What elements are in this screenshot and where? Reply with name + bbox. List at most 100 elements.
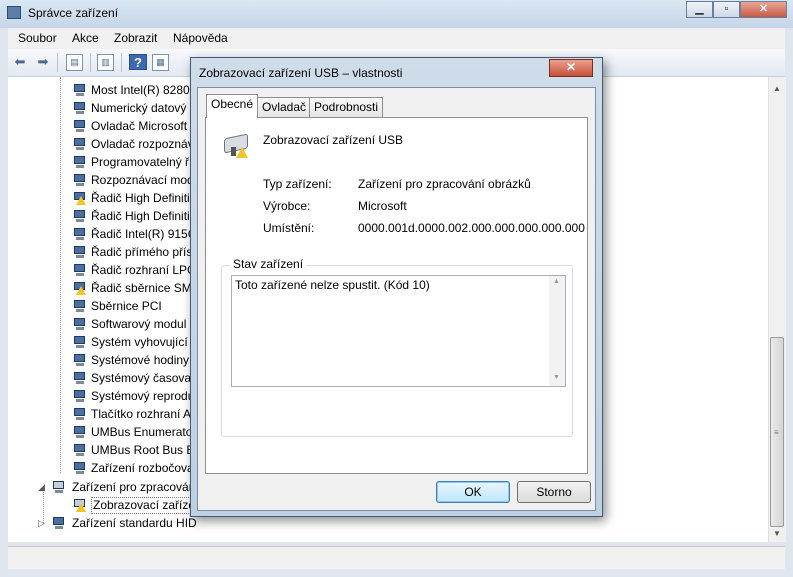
- location-value: 0000.001d.0000.002.000.000.000.000.000: [358, 221, 585, 235]
- expand-triangle-icon[interactable]: ▷: [38, 514, 45, 532]
- action-pane-icon[interactable]: ▦: [152, 54, 169, 71]
- tree-item-label: Numerický datový: [91, 101, 187, 115]
- vendor-label: Výrobce:: [263, 199, 311, 213]
- tree-item-label: UMBus Root Bus E: [91, 443, 195, 457]
- hid-device-icon: [51, 516, 66, 530]
- tree-item[interactable]: Tlačítko rozhraní A: [72, 405, 202, 423]
- device-icon: [72, 137, 87, 151]
- vendor-value: Microsoft: [358, 199, 407, 213]
- device-type-label: Typ zařízení:: [263, 177, 332, 191]
- dialog-close-button[interactable]: ✕: [549, 59, 593, 77]
- maximize-button[interactable]: ▫: [713, 1, 740, 18]
- tree-item-label: Most Intel(R) 82801: [91, 83, 197, 97]
- window-close-button[interactable]: ✕: [740, 1, 787, 18]
- show-hide-tree-icon[interactable]: ▤: [66, 54, 83, 71]
- tree-guide-line: [60, 77, 61, 473]
- device-icon: [72, 371, 87, 385]
- menu-soubor[interactable]: Soubor: [18, 31, 57, 45]
- tree-item-label: Systémový reprodu: [91, 389, 195, 403]
- properties-icon[interactable]: ▥: [97, 54, 114, 71]
- tree-item[interactable]: Rozpoznávací mod: [72, 171, 202, 189]
- device-icon: [72, 389, 87, 403]
- tree-item-label: Sběrnice PCI: [91, 299, 162, 313]
- location-label: Umístění:: [263, 221, 315, 235]
- status-scrollbar[interactable]: ▲ ▼: [549, 276, 565, 386]
- menu-akce[interactable]: Akce: [72, 31, 99, 45]
- device-icon: [72, 173, 87, 187]
- scroll-down-arrow-icon[interactable]: ▼: [773, 529, 781, 538]
- tree-item-label: Řadič sběrnice SME: [91, 281, 200, 295]
- tab-obecne[interactable]: Obecné: [206, 94, 259, 118]
- tree-item-label: Tlačítko rozhraní A: [91, 407, 192, 421]
- scroll-thumb[interactable]: ≡: [770, 337, 784, 527]
- tree-item[interactable]: Systémové hodiny: [72, 351, 202, 369]
- device-icon: [72, 353, 87, 367]
- device-type-value: Zařízení pro zpracování obrázků: [358, 177, 531, 191]
- device-warning-icon: [72, 281, 87, 295]
- toolbar-separator: [57, 53, 58, 72]
- device-warning-icon: [72, 191, 87, 205]
- tree-item[interactable]: Řadič přímého přís: [72, 243, 202, 261]
- minimize-button[interactable]: ▁: [686, 1, 713, 18]
- toolbar-separator: [90, 53, 91, 72]
- tree-item[interactable]: Systémový reprodu: [72, 387, 202, 405]
- tree-item[interactable]: Řadič Intel(R) 915G: [72, 225, 202, 243]
- tree-item[interactable]: Řadič sběrnice SME: [72, 279, 202, 297]
- tree-item-label: Systémové hodiny: [91, 353, 190, 367]
- device-icon: [72, 227, 87, 241]
- tree-item[interactable]: Ovladač Microsoft: [72, 117, 202, 135]
- status-bar: [8, 546, 785, 569]
- device-status-textbox[interactable]: Toto zařízené nelze spustit. (Kód 10) ▲ …: [231, 275, 566, 387]
- tree-item[interactable]: UMBus Enumerato: [72, 423, 202, 441]
- tree-item[interactable]: Sběrnice PCI: [72, 297, 202, 315]
- device-icon: [72, 443, 87, 457]
- tree-vertical-scrollbar[interactable]: ▲ ≡ ▼: [768, 77, 786, 542]
- tree-item-label: Ovladač Microsoft: [91, 119, 188, 133]
- scroll-up-arrow-icon[interactable]: ▲: [553, 278, 560, 285]
- menu-zobrazit[interactable]: Zobrazit: [114, 31, 157, 45]
- tree-item[interactable]: UMBus Root Bus E: [72, 441, 202, 459]
- tree-item[interactable]: Programovatelný ř: [72, 153, 202, 171]
- menu-napoveda[interactable]: Nápověda: [173, 31, 228, 45]
- device-icon: [72, 83, 87, 97]
- tree-item-label: Řadič High Definiti: [91, 209, 190, 223]
- device-icon: [72, 155, 87, 169]
- tree-item[interactable]: Řadič High Definiti: [72, 207, 202, 225]
- menu-bar: Soubor Akce Zobrazit Nápověda: [8, 28, 785, 50]
- tree-item[interactable]: Systémový časovač: [72, 369, 202, 387]
- tree-item[interactable]: Řadič High Definiti: [72, 189, 202, 207]
- tree-item[interactable]: Řadič rozhraní LPC: [72, 261, 202, 279]
- tab-ovladac[interactable]: Ovladač: [257, 97, 312, 117]
- device-icon: [72, 461, 87, 475]
- tree-item-label: Ovladač rozpoznáv: [91, 137, 194, 151]
- scroll-up-arrow-icon[interactable]: ▲: [773, 84, 781, 93]
- forward-arrow-icon[interactable]: ➡: [34, 54, 52, 70]
- cancel-button[interactable]: Storno: [517, 481, 591, 503]
- tree-item[interactable]: Systém vyhovující: [72, 333, 202, 351]
- device-icon: [72, 299, 87, 313]
- tree-item-label: Zařízení rozbočova: [91, 461, 194, 475]
- tree-item-label: Řadič Intel(R) 915G: [91, 227, 198, 241]
- ok-button[interactable]: OK: [436, 481, 510, 503]
- tree-item[interactable]: Most Intel(R) 82801: [72, 81, 202, 99]
- back-arrow-icon[interactable]: ⬅: [11, 54, 29, 70]
- help-icon[interactable]: ?: [129, 54, 147, 70]
- tree-item[interactable]: Zařízení rozbočova: [72, 459, 202, 477]
- window-title: Správce zařízení: [28, 6, 119, 20]
- window-titlebar: Správce zařízení ▁ ▫ ✕: [0, 0, 793, 28]
- scroll-down-arrow-icon[interactable]: ▼: [553, 374, 560, 381]
- device-icon: [72, 263, 87, 277]
- device-icon: [72, 101, 87, 115]
- collapse-triangle-icon[interactable]: ◢: [38, 478, 45, 496]
- tab-podrobnosti[interactable]: Podrobnosti: [309, 97, 384, 117]
- tree-item[interactable]: Softwarový modul: [72, 315, 202, 333]
- tree-item-label: Zobrazovací zaříze: [91, 497, 198, 514]
- tree-item[interactable]: Numerický datový: [72, 99, 202, 117]
- tree-item[interactable]: Ovladač rozpoznáv: [72, 135, 202, 153]
- tree-item-label: Systémový časovač: [91, 371, 198, 385]
- camera-category-icon: [51, 480, 66, 494]
- device-status-label: Stav zařízení: [230, 257, 307, 271]
- camera-warning-icon: [72, 498, 87, 512]
- tree-item-label: Rozpoznávací mod: [91, 173, 194, 187]
- device-icon: [72, 335, 87, 349]
